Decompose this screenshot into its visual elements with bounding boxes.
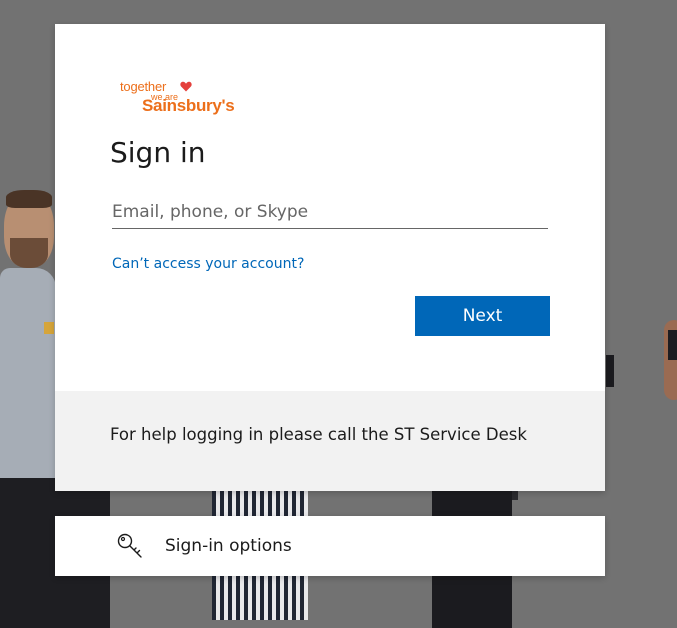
person-badge bbox=[44, 322, 54, 334]
key-icon bbox=[117, 533, 142, 558]
email-field[interactable] bbox=[112, 196, 548, 229]
sign-in-options-label: Sign-in options bbox=[165, 536, 292, 556]
person-edge bbox=[606, 355, 614, 387]
help-text: For help logging in please call the ST S… bbox=[110, 425, 527, 444]
sign-in-options-button[interactable]: Sign-in options bbox=[55, 516, 605, 576]
person-sleeve bbox=[668, 330, 677, 360]
person-shirt bbox=[0, 268, 56, 478]
sign-in-card: together we are Sainsbury's Sign in Can’… bbox=[55, 24, 605, 491]
next-button[interactable]: Next bbox=[415, 296, 550, 336]
cant-access-account-link[interactable]: Can’t access your account? bbox=[112, 256, 304, 272]
company-logo: together we are Sainsbury's bbox=[118, 77, 248, 117]
person-beard bbox=[10, 238, 48, 268]
help-panel: For help logging in please call the ST S… bbox=[55, 391, 605, 491]
person-hair bbox=[6, 190, 52, 208]
page-title: Sign in bbox=[110, 136, 206, 169]
logo-brand: Sainsbury's bbox=[142, 96, 235, 115]
heart-icon bbox=[180, 81, 192, 92]
